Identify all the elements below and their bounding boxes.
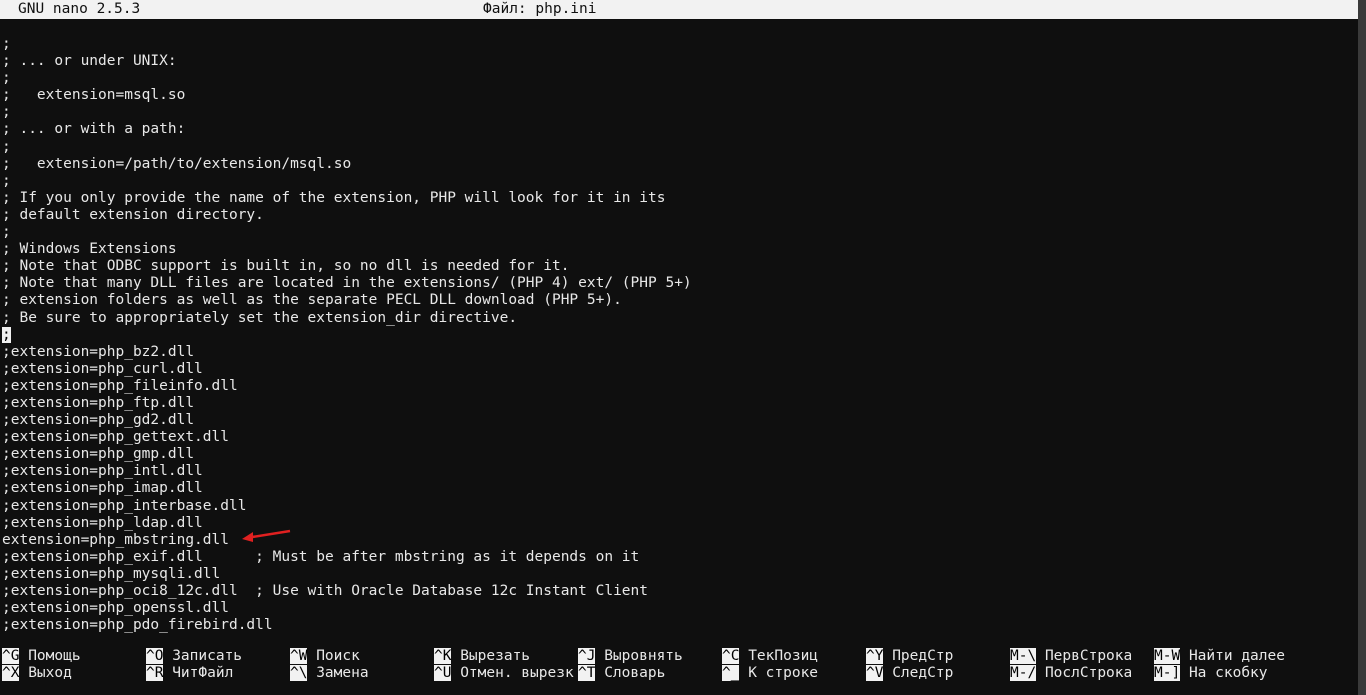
shortcut-item: M-\ ПервСтрока: [1010, 648, 1132, 665]
editor-line: ; Note that many DLL files are located i…: [2, 275, 692, 292]
shortcut-item: ^J Выровнять: [578, 648, 683, 665]
editor-line: ; ... or with a path:: [2, 121, 186, 138]
editor-line: ; extension folders as well as the separ…: [2, 292, 622, 309]
editor-line: ;extension=php_curl.dll: [2, 360, 203, 377]
shortcut-key: ^W: [290, 648, 308, 664]
shortcut-key: ^V: [866, 665, 884, 681]
editor-line: ;: [2, 70, 11, 87]
shortcut-label: СледСтр: [892, 665, 954, 681]
editor-line: ;: [2, 138, 11, 155]
file-name: Файл: php.ini: [483, 1, 597, 17]
shortcut-label: ЧитФайл: [172, 665, 234, 681]
shortcut-key: ^U: [434, 665, 452, 681]
shortcut-label: Записать: [172, 648, 243, 664]
shortcut-key: ^X: [2, 665, 20, 681]
editor-line: ;extension=php_oci8_12c.dll ; Use with O…: [2, 583, 649, 599]
window-scrollbar[interactable]: [1358, 0, 1366, 695]
editor-line: ; Windows Extensions: [2, 241, 177, 258]
shortcut-key: ^T: [578, 665, 596, 681]
shortcut-item: ^Y ПредСтр: [866, 648, 953, 665]
text-editor-area[interactable]: ;; ... or under UNIX:;; extension=msql.s…: [2, 36, 692, 634]
shortcut-key: M-W: [1154, 648, 1181, 664]
shortcut-label: ПослСтрока: [1044, 665, 1133, 681]
editor-line: ;extension=php_fileinfo.dll: [2, 377, 238, 394]
nano-title-bar: GNU nano 2.5.3 Файл: php.ini: [0, 0, 1358, 19]
editor-line: ;extension=php_openssl.dll: [2, 600, 229, 617]
editor-line: ; extension=msql.so: [2, 87, 186, 104]
editor-line: ; Be sure to appropriately set the exten…: [2, 309, 518, 326]
shortcut-label: Помощь: [28, 648, 81, 664]
shortcut-label: Поиск: [316, 648, 360, 664]
shortcut-key: M-]: [1154, 665, 1181, 681]
shortcut-item: ^O Записать: [146, 648, 242, 665]
red-arrow-annotation-icon: [242, 529, 291, 542]
shortcut-label: Словарь: [604, 665, 666, 681]
shortcut-key: ^R: [146, 665, 164, 681]
shortcut-label: ТекПозиц: [748, 648, 819, 664]
shortcut-key: ^C: [722, 648, 740, 664]
shortcut-item: M-W Найти далее: [1154, 648, 1285, 665]
editor-line: ; Note that ODBC support is built in, so…: [2, 258, 570, 275]
text-cursor: ;: [2, 326, 11, 343]
editor-line: ;extension=php_mysqli.dll: [2, 565, 221, 582]
editor-line: ;extension=php_gmp.dll: [2, 446, 195, 463]
shortcut-key: ^J: [578, 648, 596, 664]
shortcut-key: ^G: [2, 648, 20, 664]
editor-line: ;extension=php_ftp.dll: [2, 394, 195, 411]
shortcut-item: ^T Словарь: [578, 665, 665, 682]
shortcut-key: ^\: [290, 665, 308, 681]
editor-line: ;: [2, 172, 11, 189]
editor-line: ;extension=php_pdo_firebird.dll: [2, 617, 273, 634]
shortcut-item: M-] На скобку: [1154, 665, 1268, 682]
shortcut-item: ^_ К строке: [722, 665, 818, 682]
editor-line: ;: [2, 326, 692, 344]
shortcut-label: Замена: [316, 665, 369, 681]
shortcut-key: ^_: [722, 665, 740, 681]
editor-line: ;extension=php_imap.dll: [2, 480, 203, 497]
app-version: GNU nano 2.5.3: [18, 1, 141, 17]
editor-line: ;extension=php_ldap.dll: [2, 514, 203, 531]
shortcut-label: На скобку: [1188, 665, 1268, 681]
editor-line: ;extension=php_gd2.dll: [2, 412, 195, 429]
editor-line: ; ... or under UNIX:: [2, 53, 177, 70]
shortcut-label: Выровнять: [604, 648, 683, 664]
editor-line: ;extension=php_bz2.dll: [2, 343, 195, 360]
shortcut-item: ^R ЧитФайл: [146, 665, 233, 682]
editor-line: ;extension=php_gettext.dll: [2, 429, 229, 446]
shortcut-key: ^Y: [866, 648, 884, 664]
shortcut-label: ПредСтр: [892, 648, 954, 664]
shortcut-key: ^K: [434, 648, 452, 664]
shortcut-item: ^U Отмен. вырезк: [434, 665, 574, 682]
shortcut-label: Вырезать: [460, 648, 531, 664]
shortcut-label: Отмен. вырезк: [460, 665, 574, 681]
editor-line: ;extension=php_intl.dll: [2, 463, 203, 480]
shortcut-item: ^C ТекПозиц: [722, 648, 818, 665]
shortcut-label: К строке: [748, 665, 819, 681]
shortcut-item: ^X Выход: [2, 665, 72, 682]
shortcut-key: ^O: [146, 648, 164, 664]
shortcut-item: ^\ Замена: [290, 665, 369, 682]
shortcut-item: ^W Поиск: [290, 648, 360, 665]
shortcut-item: ^K Вырезать: [434, 648, 530, 665]
editor-line: ; If you only provide the name of the ex…: [2, 189, 666, 206]
editor-line: ;: [2, 224, 11, 241]
editor-line: ;extension=php_exif.dll ; Must be after …: [2, 548, 640, 565]
shortcut-label: Выход: [28, 665, 72, 681]
editor-line: extension=php_mbstring.dll: [2, 531, 229, 548]
editor-line: ;: [2, 36, 11, 52]
shortcut-label: Найти далее: [1188, 648, 1285, 664]
editor-line: ; extension=/path/to/extension/msql.so: [2, 155, 352, 172]
shortcut-key: M-/: [1010, 665, 1037, 681]
shortcut-label: ПервСтрока: [1044, 648, 1133, 664]
shortcut-key: M-\: [1010, 648, 1037, 664]
editor-line: ; default extension directory.: [2, 206, 264, 223]
shortcut-item: ^V СледСтр: [866, 665, 953, 682]
shortcut-item: M-/ ПослСтрока: [1010, 665, 1132, 682]
editor-line: ;: [2, 104, 11, 121]
shortcut-item: ^G Помощь: [2, 648, 81, 665]
editor-line: ;extension=php_interbase.dll: [2, 497, 247, 514]
